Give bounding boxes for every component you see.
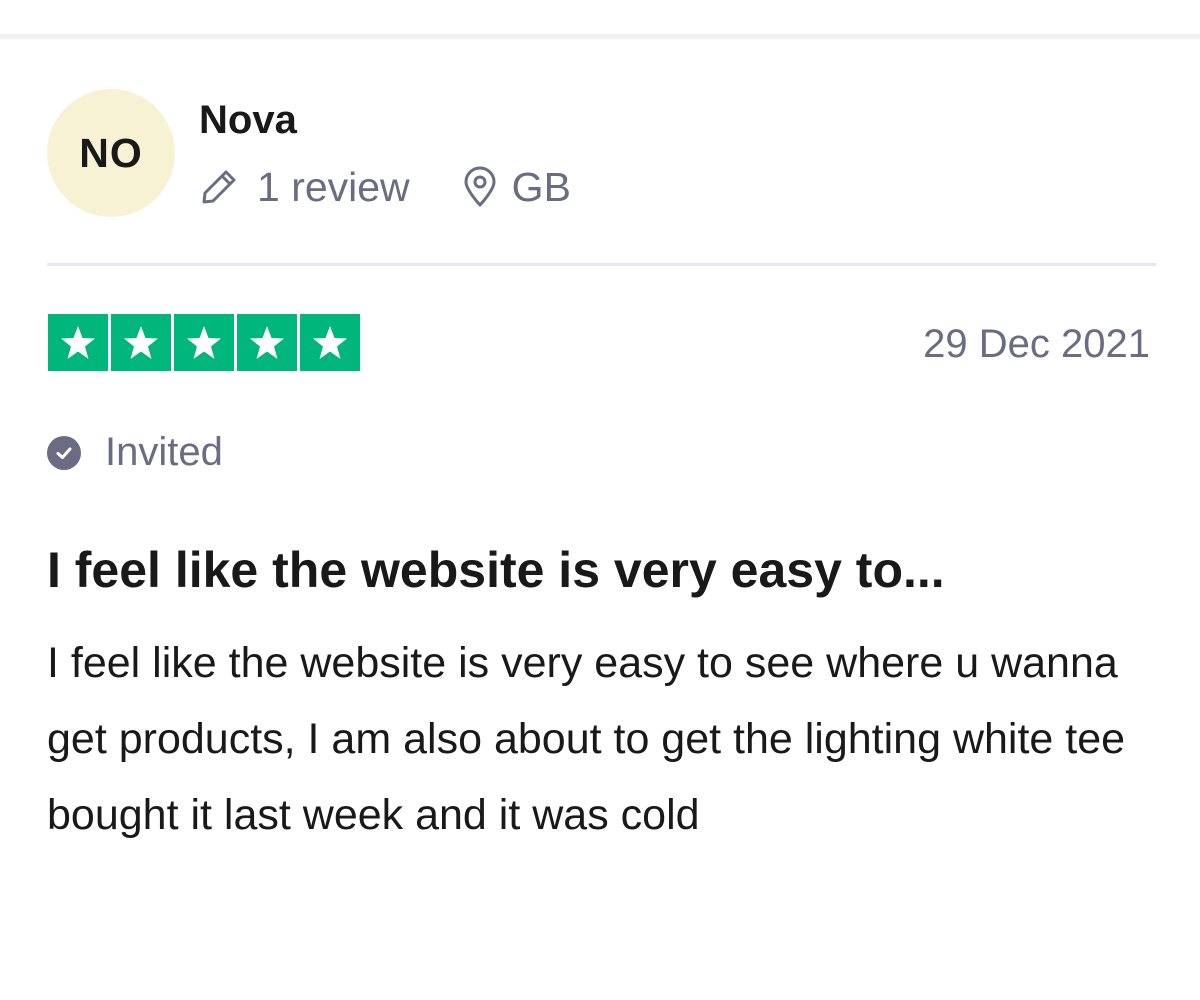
star-icon — [237, 314, 297, 371]
star-icon — [48, 314, 108, 371]
reviewer-country: GB — [511, 163, 571, 210]
star-rating — [48, 314, 360, 371]
review-body: I feel like the website is very easy to … — [47, 639, 1126, 839]
review-count: 1 review — [257, 163, 410, 210]
reviewer-name[interactable]: Nova — [199, 96, 297, 144]
reviewer-meta: 1 review GB — [199, 161, 571, 213]
avatar[interactable]: NO — [47, 89, 175, 217]
checkmark-circle-icon — [47, 435, 81, 470]
star-icon — [111, 314, 171, 371]
header-divider — [47, 263, 1156, 266]
avatar-initials: NO — [79, 129, 143, 176]
review-date: 29 Dec 2021 — [923, 322, 1150, 366]
invited-label: Invited — [105, 430, 223, 474]
star-icon — [300, 314, 360, 371]
location-pin-icon — [462, 166, 498, 208]
top-divider — [0, 34, 1200, 39]
review-title[interactable]: I feel like the website is very easy to.… — [47, 540, 1157, 600]
star-icon — [174, 314, 234, 371]
pencil-icon — [199, 167, 239, 207]
invited-badge[interactable]: Invited — [47, 430, 223, 475]
review-card: NO Nova 1 review GB 29 Dec 2021 Invited … — [0, 40, 1200, 1000]
